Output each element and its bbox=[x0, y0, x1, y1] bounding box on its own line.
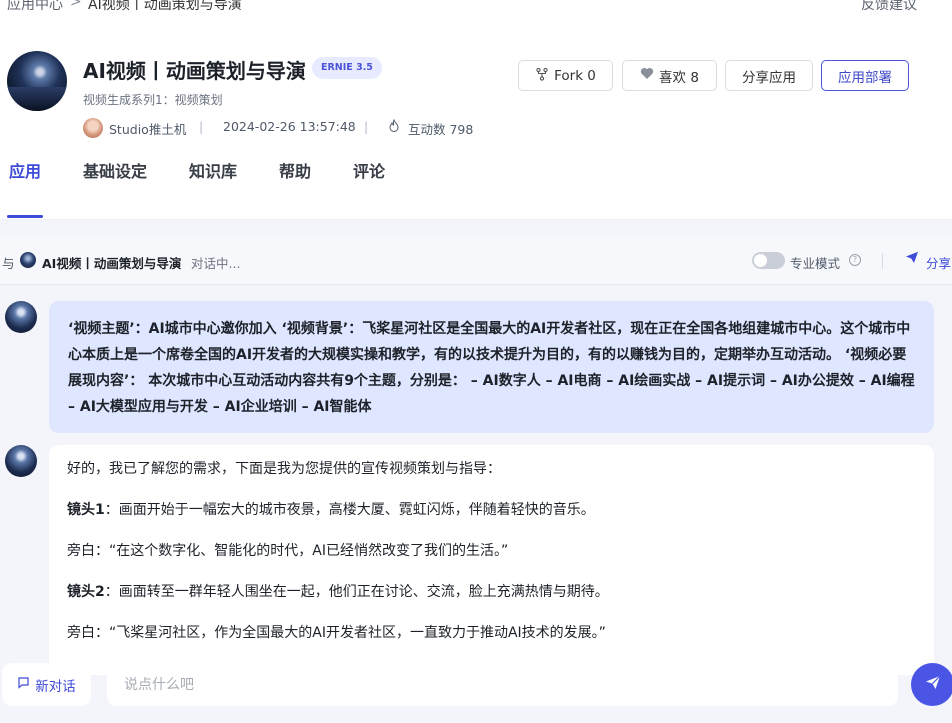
author-name[interactable]: Studio推土机 bbox=[109, 119, 186, 138]
deploy-app-button[interactable]: 应用部署 bbox=[821, 60, 909, 91]
chat-status: 对话中... bbox=[191, 256, 241, 271]
narration-2: 旁白：“飞桨星河社区，作为全国最大的AI开发者社区，一直致力于推动AI技术的发展… bbox=[67, 625, 606, 641]
user-message: ‘视频主题’：AI城市中心邀你加入 ‘视频背景’：飞桨星河社区是全国最大的AI开… bbox=[49, 301, 934, 433]
breadcrumb: 应用中心 > AI视频丨动画策划与导演 反馈建议 bbox=[0, 0, 952, 16]
breadcrumb-root-link[interactable]: 应用中心 bbox=[7, 0, 63, 14]
feedback-link[interactable]: 反馈建议 bbox=[861, 0, 917, 14]
agent-message: 好的，我已了解您的需求，下面是我为您提供的宣传视频策划与指导： 镜头1：画面开始… bbox=[49, 445, 934, 675]
fire-icon bbox=[388, 118, 400, 135]
like-button[interactable]: 喜欢 8 bbox=[622, 60, 717, 91]
send-share-icon[interactable] bbox=[905, 251, 919, 268]
agent-intro: 好的，我已了解您的需求，下面是我为您提供的宣传视频策划与指导： bbox=[67, 461, 501, 477]
heart-icon bbox=[640, 67, 654, 84]
like-label: 喜欢 8 bbox=[659, 69, 699, 86]
tab-basic-settings[interactable]: 基础设定 bbox=[83, 158, 147, 182]
new-chat-label: 新对话 bbox=[35, 678, 76, 695]
send-button[interactable] bbox=[911, 663, 952, 706]
shot-2-label: 镜头2 bbox=[67, 584, 105, 600]
chat-input[interactable] bbox=[107, 663, 898, 706]
pro-mode-toggle[interactable] bbox=[752, 252, 785, 269]
shot-2: 镜头2：画面转至一群年轻人围坐在一起，他们正在讨论、交流，脸上充满热情与期待。 bbox=[67, 582, 916, 602]
app-avatar bbox=[7, 51, 67, 111]
publish-date: 2024-02-26 13:57:48 bbox=[223, 119, 356, 134]
shot-1-label: 镜头1 bbox=[67, 502, 105, 518]
share-chat-button[interactable]: 分享 bbox=[926, 253, 951, 272]
tab-bar: 应用 基础设定 知识库 帮助 评论 bbox=[0, 155, 952, 218]
help-icon[interactable]: ? bbox=[849, 254, 861, 266]
author-avatar[interactable] bbox=[83, 118, 103, 138]
shot-1-text: ：画面开始于一幅宏大的城市夜景，高楼大厦、霓虹闪烁，伴随着轻快的音乐。 bbox=[104, 502, 595, 518]
shot-2-text: ：画面转至一群年轻人围坐在一起，他们正在讨论、交流，脸上充满热情与期待。 bbox=[104, 584, 609, 600]
tab-app[interactable]: 应用 bbox=[9, 158, 41, 182]
new-chat-button[interactable]: 新对话 bbox=[2, 663, 91, 706]
send-icon bbox=[925, 675, 941, 694]
share-app-button[interactable]: 分享应用 bbox=[725, 60, 813, 91]
new-chat-icon bbox=[17, 676, 30, 693]
fork-button[interactable]: Fork 0 bbox=[518, 60, 613, 91]
chat-top-bar: 与 AI视频丨动画策划与导演 对话中... 专业模式 ? 分享 bbox=[0, 237, 952, 285]
shot-1: 镜头1：画面开始于一幅宏大的城市夜景，高楼大厦、霓虹闪烁，伴随着轻快的音乐。 bbox=[67, 500, 916, 520]
pro-mode-label: 专业模式 bbox=[790, 256, 841, 271]
tab-help[interactable]: 帮助 bbox=[279, 158, 311, 182]
breadcrumb-current: AI视频丨动画策划与导演 bbox=[88, 0, 242, 13]
chat-panel: 与 AI视频丨动画策划与导演 对话中... 专业模式 ? 分享 ‘视频主题’：A… bbox=[0, 220, 952, 723]
agent-name: AI视频丨动画策划与导演 bbox=[42, 256, 182, 271]
active-tab-indicator bbox=[7, 215, 43, 218]
tab-comments[interactable]: 评论 bbox=[353, 158, 385, 182]
agent-avatar bbox=[20, 252, 36, 268]
toolbar-divider bbox=[882, 253, 883, 269]
user-avatar bbox=[5, 301, 37, 333]
tab-knowledge-base[interactable]: 知识库 bbox=[189, 158, 237, 182]
app-title: AI视频丨动画策划与导演 bbox=[83, 59, 306, 83]
meta-divider: | bbox=[364, 119, 369, 134]
breadcrumb-separator: > bbox=[70, 0, 82, 10]
app-subtitle: 视频生成系列1：视频策划 bbox=[83, 93, 223, 107]
meta-divider: | bbox=[199, 119, 204, 134]
agent-message-avatar bbox=[5, 445, 37, 477]
fork-icon bbox=[535, 67, 549, 85]
narration-1: 旁白：“在这个数字化、智能化的时代，AI已经悄然改变了我们的生活。” bbox=[67, 543, 509, 559]
chat-with-label: 与 bbox=[2, 256, 15, 271]
interaction-count: 互动数 798 bbox=[408, 122, 474, 137]
fork-label: Fork 0 bbox=[554, 67, 596, 84]
model-badge: ERNIE 3.5 bbox=[312, 57, 382, 79]
